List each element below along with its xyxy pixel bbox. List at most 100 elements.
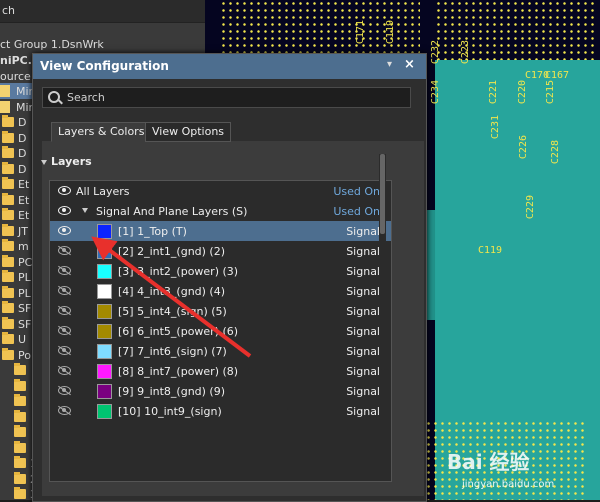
eye-hidden-icon[interactable] [58, 306, 71, 315]
component-designator: C119 [385, 20, 396, 45]
layer-color-swatch[interactable] [97, 304, 112, 319]
layer-row[interactable]: [5] 5_int4_(sign) (5) Signal [50, 301, 391, 321]
component-designator: C231 [490, 115, 501, 140]
eye-hidden-icon[interactable] [58, 286, 71, 295]
layers-scrollbar[interactable] [379, 154, 386, 454]
expand-triangle-icon[interactable] [82, 208, 88, 213]
layer-kind[interactable]: Used On [333, 205, 380, 218]
eye-icon[interactable] [58, 186, 71, 195]
layer-row[interactable]: [8] 8_int7_(power) (8) Signal [50, 361, 391, 381]
eye-hidden-icon[interactable] [58, 326, 71, 335]
layer-search-input[interactable] [67, 89, 397, 105]
folder-icon [2, 347, 14, 360]
folder-icon [2, 254, 14, 267]
project-group-label: ct Group 1.DsnWrk [0, 38, 104, 51]
eye-hidden-icon[interactable] [58, 406, 71, 415]
scrollbar-thumb[interactable] [380, 154, 385, 234]
eye-icon[interactable] [58, 226, 71, 235]
layer-color-swatch[interactable] [97, 224, 112, 239]
watermark: Bai 经验 jingyan.baidu.com [447, 446, 597, 496]
folder-icon [14, 440, 26, 453]
folder-icon [2, 332, 14, 344]
layer-name: [10] 10_int9_(sign) [118, 405, 222, 418]
project-tree-item-label: ource [0, 69, 31, 83]
layer-kind: Signal [346, 245, 380, 258]
layer-kind: Signal [346, 345, 380, 358]
folder-icon [14, 471, 26, 484]
tab-view-options[interactable]: View Options [145, 122, 232, 142]
layer-kind: Signal [346, 265, 380, 278]
layer-row[interactable]: [3] 3_int2_(power) (3) Signal [50, 261, 391, 281]
component-designator: C221 [488, 80, 499, 105]
panel-title: View Configuration [40, 59, 169, 73]
project-tree-item-label: SF [18, 317, 32, 331]
layer-color-swatch[interactable] [97, 264, 112, 279]
layer-row[interactable]: [7] 7_int6_(sign) (7) Signal [50, 341, 391, 361]
layer-row[interactable]: [9] 9_int8_(gnd) (9) Signal [50, 381, 391, 401]
layers-section-header[interactable]: Layers [41, 155, 92, 168]
layer-search-box[interactable] [42, 87, 411, 108]
layer-name: [8] 8_int7_(power) (8) [118, 365, 239, 378]
panel-menu-icon[interactable]: ▾ [387, 59, 392, 70]
layer-row[interactable]: [1] 1_Top (T) Signal [50, 221, 391, 241]
layer-color-swatch[interactable] [97, 384, 112, 399]
project-tree-item-label: SF [18, 302, 32, 315]
layer-color-swatch[interactable] [97, 364, 112, 379]
layer-name: [7] 7_int6_(sign) (7) [118, 345, 227, 358]
project-tree-item-label: D [18, 162, 27, 176]
layer-color-swatch[interactable] [97, 324, 112, 339]
layer-color-swatch[interactable] [97, 404, 112, 419]
layer-color-swatch[interactable] [97, 344, 112, 359]
tab-layers-colors[interactable]: Layers & Colors [51, 122, 152, 142]
component-designator: C167 [545, 70, 570, 81]
layer-color-swatch[interactable] [97, 244, 112, 259]
layer-kind[interactable]: Used On [333, 185, 380, 198]
folder-icon [14, 363, 26, 375]
layer-row[interactable]: Signal And Plane Layers (S) Used On [50, 201, 391, 221]
eye-hidden-icon[interactable] [58, 366, 71, 375]
layer-kind: Signal [346, 405, 380, 418]
project-tree-item-label: JT [18, 224, 28, 238]
layers-list: All Layers Used On Signal And Plane Layers… [49, 180, 392, 482]
folder-icon [2, 130, 14, 143]
eye-hidden-icon[interactable] [58, 346, 71, 355]
collapse-triangle-icon[interactable] [41, 159, 47, 165]
watermark-url: jingyan.baidu.com [462, 479, 555, 490]
project-tree-item-label: PL [18, 271, 31, 284]
component-designator: C226 [518, 135, 529, 160]
project-tree-item-label: Et [18, 178, 30, 191]
project-tree-item-label: PC [18, 255, 33, 269]
component-designator: C234 [430, 80, 441, 105]
layer-color-swatch[interactable] [97, 284, 112, 299]
project-tree-item-label: D [18, 131, 27, 145]
layer-kind: Signal [346, 365, 380, 378]
close-icon[interactable]: × [404, 57, 415, 72]
component-designator: C228 [550, 140, 561, 165]
eye-hidden-icon[interactable] [58, 246, 71, 255]
layer-name: [2] 2_int1_(gnd) (2) [118, 245, 226, 258]
eye-hidden-icon[interactable] [58, 386, 71, 395]
layer-row[interactable]: [4] 4_int3_(gnd) (4) Signal [50, 281, 391, 301]
layer-row[interactable]: [2] 2_int1_(gnd) (2) Signal [50, 241, 391, 261]
project-tree-item-label: Et [18, 209, 30, 222]
layer-name: [6] 6_int5_(power) (6) [118, 325, 239, 338]
eye-icon[interactable] [58, 206, 71, 215]
project-tree-item-label: PL [18, 286, 31, 300]
layer-kind: Signal [346, 325, 380, 338]
layer-row[interactable]: All Layers Used On [50, 181, 391, 201]
eye-hidden-icon[interactable] [58, 266, 71, 275]
project-tree-item-label: U [18, 333, 27, 346]
layer-row[interactable]: [6] 6_int5_(power) (6) Signal [50, 321, 391, 341]
folder-icon [2, 208, 14, 220]
layer-row[interactable]: [10] 10_int9_(sign) Signal [50, 401, 391, 421]
folder-icon [2, 161, 14, 174]
layer-name: All Layers [76, 185, 130, 198]
project-tree-item-label: Et [18, 193, 30, 207]
project-tree-item-label: Po [18, 348, 31, 362]
section-title: Layers [51, 155, 92, 168]
panel-title-bar[interactable]: View Configuration ▾ × [33, 54, 426, 79]
folder-icon [2, 192, 14, 205]
folder-icon [14, 409, 26, 422]
component-designator: C220 [517, 80, 528, 105]
projects-search-field[interactable]: ch [0, 0, 205, 23]
